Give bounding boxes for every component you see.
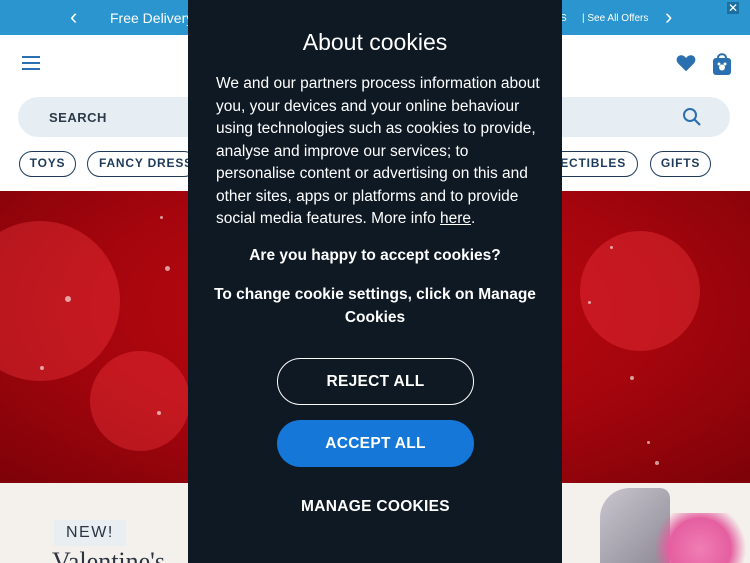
chevron-left-icon[interactable]: ‹ bbox=[70, 6, 77, 28]
more-info-link[interactable]: here bbox=[440, 210, 471, 227]
sparkle bbox=[160, 216, 163, 219]
sparkle bbox=[610, 246, 613, 249]
sparkle bbox=[157, 411, 161, 415]
flower-image bbox=[650, 513, 750, 563]
sparkle bbox=[165, 266, 170, 271]
sparkle bbox=[40, 366, 44, 370]
heart-icon[interactable] bbox=[675, 52, 697, 74]
new-badge: NEW! bbox=[54, 520, 126, 546]
sparkle bbox=[630, 376, 634, 380]
cookie-dialog: About cookies We and our partners proces… bbox=[188, 0, 562, 563]
see-all-offers-link[interactable]: | See All Offers bbox=[582, 13, 648, 24]
category-fancy-dress[interactable]: FANCY DRESS bbox=[87, 151, 197, 177]
accept-all-button[interactable]: ACCEPT ALL bbox=[277, 420, 474, 467]
search-input[interactable]: SEARCH bbox=[49, 110, 107, 125]
cookie-dialog-title: About cookies bbox=[302, 29, 448, 55]
shopping-bag-icon[interactable] bbox=[711, 50, 733, 76]
bokeh-light bbox=[0, 221, 120, 381]
promo-text: Free Delivery bbox=[110, 10, 194, 26]
sparkle bbox=[65, 296, 71, 302]
cookie-body-text: We and our partners process information … bbox=[216, 75, 540, 227]
sparkle bbox=[588, 301, 591, 304]
bokeh-light bbox=[580, 231, 700, 351]
manage-cookies-button[interactable]: MANAGE COOKIES bbox=[277, 498, 474, 524]
reject-all-button[interactable]: REJECT ALL bbox=[277, 358, 474, 405]
page: ‹ Free Delivery S | See All Offers › ✕ S… bbox=[0, 0, 750, 563]
cookie-body-end: . bbox=[471, 210, 476, 227]
menu-icon[interactable] bbox=[22, 56, 40, 70]
category-gifts[interactable]: GIFTS bbox=[650, 151, 711, 177]
cookie-question: Are you happy to accept cookies? bbox=[249, 247, 501, 264]
chevron-right-icon[interactable]: › bbox=[665, 6, 672, 28]
cookie-dialog-body: We and our partners process information … bbox=[216, 73, 542, 231]
sparkle bbox=[647, 441, 650, 444]
bokeh-light bbox=[90, 351, 190, 451]
search-icon[interactable] bbox=[682, 107, 702, 127]
category-toys[interactable]: TOYS bbox=[19, 151, 76, 177]
section-title: Valentine's bbox=[52, 547, 165, 563]
close-icon[interactable]: ✕ bbox=[727, 2, 739, 14]
sparkle bbox=[655, 461, 659, 465]
cookie-settings-hint: To change cookie settings, click on Mana… bbox=[214, 286, 536, 326]
